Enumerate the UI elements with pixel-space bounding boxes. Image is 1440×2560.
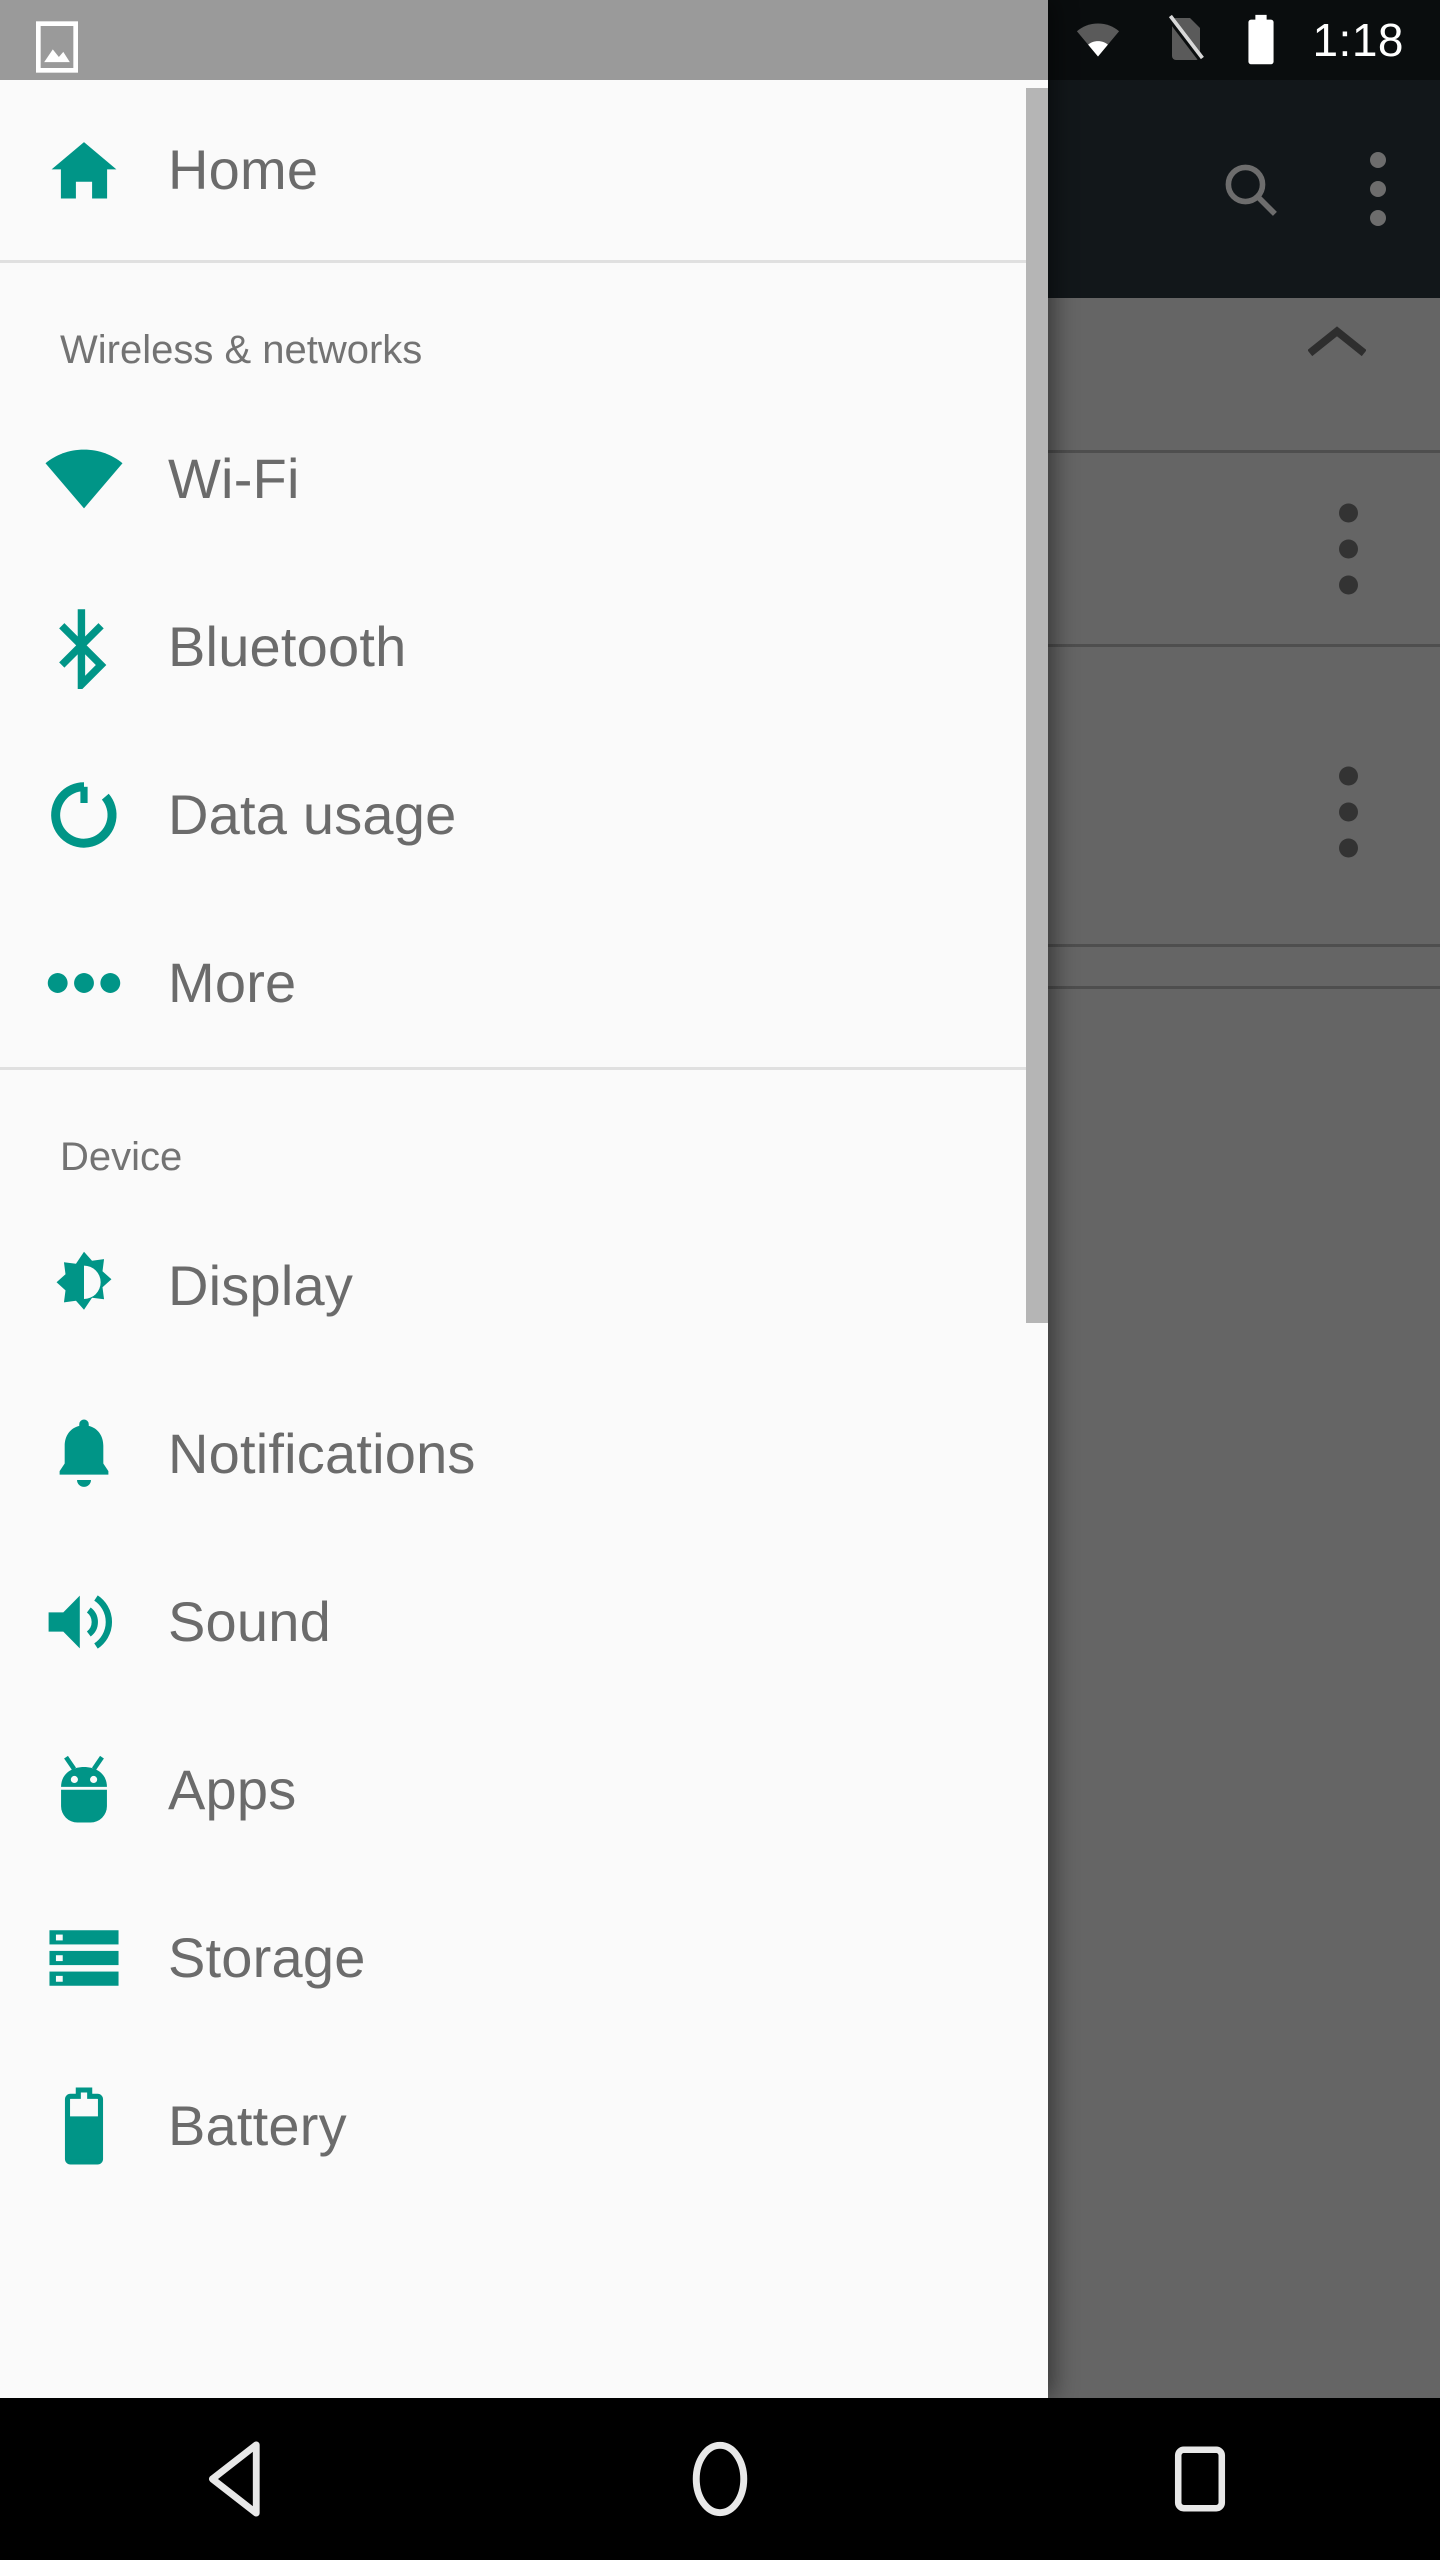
- drawer-scroll-container: Home Wireless & networks Wi-Fi Bluetooth…: [0, 80, 1048, 2398]
- chevron-up-icon[interactable]: [1308, 324, 1366, 357]
- back-triangle-icon[interactable]: [140, 2398, 340, 2560]
- drawer-item-label: Wi-Fi: [168, 447, 300, 510]
- home-circle-icon[interactable]: [620, 2398, 820, 2560]
- drawer-item-label: More: [168, 951, 297, 1014]
- drawer-item-notifications[interactable]: Notifications: [0, 1370, 1048, 1538]
- bluetooth-icon: [0, 605, 168, 689]
- drawer-item-label: Storage: [168, 1926, 366, 1989]
- data-usage-icon: [0, 779, 168, 851]
- navigation-drawer: Home Wireless & networks Wi-Fi Bluetooth…: [0, 0, 1048, 2398]
- broken-image-icon: [36, 21, 78, 73]
- drawer-item-data-usage[interactable]: Data usage: [0, 731, 1048, 899]
- drawer-item-label: Display: [168, 1254, 354, 1317]
- drawer-item-display[interactable]: Display: [0, 1202, 1048, 1370]
- section-header-label: Wireless & networks: [60, 328, 423, 372]
- battery-full-icon: [1244, 14, 1278, 66]
- drawer-item-more[interactable]: More: [0, 899, 1048, 1067]
- recents-square-icon[interactable]: [1100, 2398, 1300, 2560]
- home-icon: [0, 135, 168, 205]
- status-bar-clock: 1:18: [1312, 14, 1404, 66]
- volume-up-icon: [0, 1589, 168, 1655]
- bell-icon: [0, 1416, 168, 1492]
- drawer-item-label: Bluetooth: [168, 615, 407, 678]
- brightness-icon: [0, 1249, 168, 1323]
- drawer-item-bluetooth[interactable]: Bluetooth: [0, 563, 1048, 731]
- wifi-icon: [0, 447, 168, 511]
- section-header-label: Device: [60, 1135, 183, 1179]
- drawer-item-label: Apps: [168, 1758, 297, 1821]
- drawer-item-label: Notifications: [168, 1422, 476, 1485]
- drawer-scrollbar[interactable]: [1026, 88, 1048, 1323]
- drawer-item-label: Data usage: [168, 783, 457, 846]
- drawer-item-home[interactable]: Home: [0, 80, 1048, 260]
- section-header-device: Device: [0, 1070, 1048, 1202]
- android-screen: 1:18 Home Wireless & networks Wi-Fi Blue…: [0, 0, 1440, 2560]
- no-sim-icon: [1162, 14, 1210, 66]
- drawer-item-label: Home: [168, 138, 319, 201]
- drawer-item-label: Battery: [168, 2094, 347, 2157]
- system-navigation-bar: [0, 2398, 1440, 2560]
- battery-icon: [0, 2087, 168, 2165]
- overflow-menu-icon[interactable]: [1356, 142, 1400, 236]
- search-icon[interactable]: [1218, 157, 1282, 221]
- drawer-status-bar-overlay: [0, 0, 1048, 80]
- drawer-item-wifi[interactable]: Wi-Fi: [0, 395, 1048, 563]
- drawer-item-storage[interactable]: Storage: [0, 1874, 1048, 2042]
- drawer-item-label: Sound: [168, 1590, 331, 1653]
- overflow-menu-icon[interactable]: [1339, 503, 1358, 594]
- drawer-item-battery[interactable]: Battery: [0, 2042, 1048, 2210]
- wifi-icon: [1068, 18, 1128, 62]
- android-icon: [0, 1752, 168, 1828]
- overflow-menu-icon[interactable]: [1339, 766, 1358, 858]
- section-header-wireless: Wireless & networks: [0, 263, 1048, 395]
- more-icon: [0, 970, 168, 996]
- drawer-item-apps[interactable]: Apps: [0, 1706, 1048, 1874]
- drawer-item-sound[interactable]: Sound: [0, 1538, 1048, 1706]
- storage-icon: [0, 1927, 168, 1989]
